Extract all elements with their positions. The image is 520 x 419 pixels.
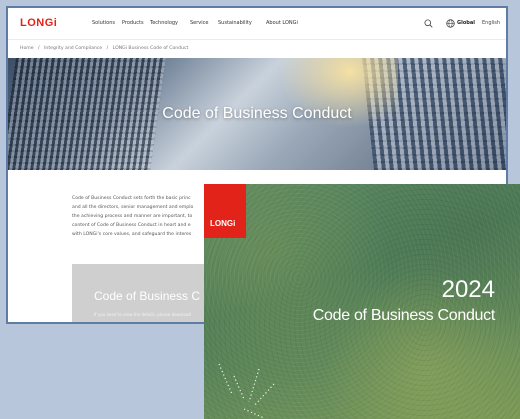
cover-logo: LONGi: [204, 184, 246, 238]
top-navigation: LONGi Solutions Products Technology Serv…: [8, 8, 506, 40]
hero-title: Code of Business Conduct: [162, 105, 352, 122]
breadcrumb-current: LONGi Business Code of Conduct: [112, 46, 189, 51]
cover-year: 2024: [441, 276, 495, 303]
globe-icon[interactable]: [446, 19, 455, 28]
search-icon[interactable]: [424, 19, 433, 28]
breadcrumb-separator: /: [106, 46, 109, 51]
breadcrumb-home[interactable]: Home: [20, 46, 34, 51]
cover-title: Code of Business Conduct: [312, 307, 496, 324]
nav-item-about[interactable]: About LONGi: [266, 20, 298, 26]
breadcrumb-integrity[interactable]: Integrity and Compliance: [44, 46, 102, 51]
report-cover: LONGi 2024 Code of Business Conduct: [204, 184, 520, 419]
longi-logo[interactable]: LONGi: [20, 17, 57, 29]
nav-item-service[interactable]: Service: [190, 20, 208, 26]
language-selector[interactable]: English: [482, 20, 500, 26]
breadcrumb-separator: /: [38, 46, 40, 51]
card-title: Code of Business C: [94, 289, 201, 303]
sparkle-lines-decoration: [218, 363, 275, 419]
nav-item-products[interactable]: Products: [122, 20, 144, 26]
hero-banner: Code of Business Conduct: [8, 58, 506, 170]
nav-item-solutions[interactable]: Solutions: [92, 20, 115, 26]
breadcrumb: Home / Integrity and Compliance / LONGi …: [20, 46, 191, 51]
cover-logo-text: LONGi: [210, 219, 236, 228]
global-selector[interactable]: Global: [457, 20, 475, 26]
card-note: If you need to view the details, please …: [94, 312, 191, 317]
nav-item-sustainability[interactable]: Sustainability: [218, 20, 252, 26]
nav-item-technology[interactable]: Technology: [150, 20, 178, 26]
